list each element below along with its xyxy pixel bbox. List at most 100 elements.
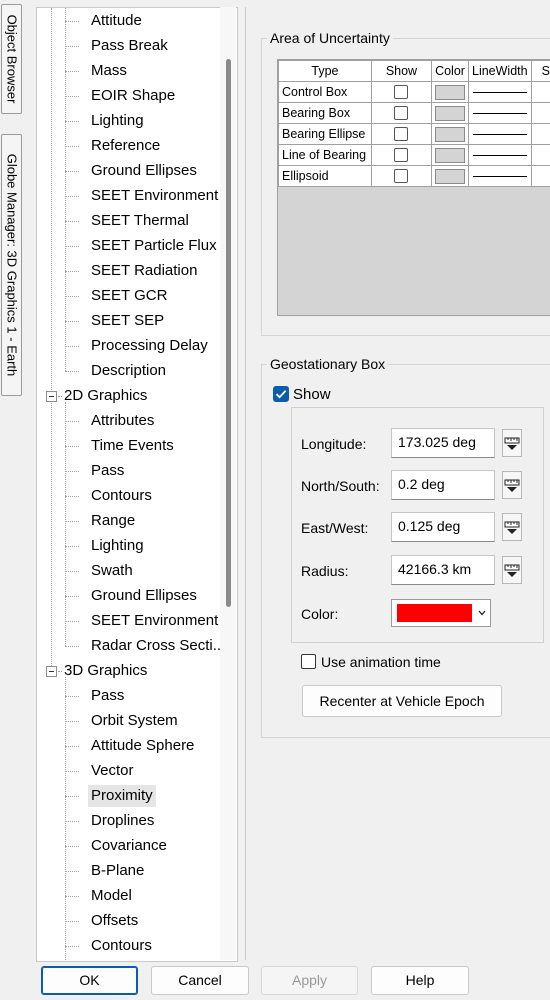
tree-item[interactable]: SEET Environment: [91, 185, 218, 207]
recenter-button[interactable]: Recenter at Vehicle Epoch: [302, 685, 502, 717]
table-row[interactable]: Bearing Ellipse: [278, 123, 550, 145]
linewidth-cell[interactable]: [468, 81, 532, 103]
show-checkbox[interactable]: [394, 148, 409, 163]
apply-button[interactable]: Apply: [261, 966, 358, 995]
tab-globe-manager[interactable]: Globe Manager: 3D Graphics 1 - Earth: [1, 134, 22, 396]
value-input[interactable]: 0.125 deg: [391, 512, 495, 542]
sh-cell[interactable]: [530, 123, 550, 145]
tree-item[interactable]: Description: [91, 360, 166, 382]
color-dropdown[interactable]: [391, 599, 491, 627]
units-calculator-button[interactable]: [502, 513, 522, 541]
color-swatch[interactable]: [435, 84, 465, 100]
col-color[interactable]: Color: [431, 60, 469, 82]
tree-item[interactable]: EOIR Shape: [91, 85, 175, 107]
show-checkbox[interactable]: [394, 127, 409, 142]
color-cell[interactable]: [431, 123, 469, 145]
col-sh[interactable]: Sh: [530, 60, 550, 82]
tree-item[interactable]: Radar Cross Secti...: [91, 635, 225, 657]
units-calculator-button[interactable]: [502, 556, 522, 584]
sh-cell[interactable]: [530, 165, 550, 187]
units-calculator-button[interactable]: [502, 429, 522, 457]
show-checkbox[interactable]: [394, 169, 409, 184]
show-cell[interactable]: [370, 81, 433, 103]
show-cell[interactable]: [370, 144, 433, 166]
color-swatch[interactable]: [435, 168, 465, 184]
tree-item[interactable]: Vector: [91, 760, 134, 782]
tree-item[interactable]: Ground Ellipses: [91, 160, 197, 182]
table-row[interactable]: Bearing Box: [278, 102, 550, 124]
table-row[interactable]: Line of Bearing: [278, 144, 550, 166]
tree-item[interactable]: Swath: [91, 560, 133, 582]
tree-item[interactable]: Ground Ellipses: [91, 585, 197, 607]
color-cell[interactable]: [431, 81, 469, 103]
linewidth-cell[interactable]: [468, 165, 532, 187]
ok-button[interactable]: OK: [41, 966, 138, 995]
tree-item[interactable]: Processing Delay: [91, 335, 208, 357]
color-swatch[interactable]: [435, 126, 465, 142]
tree-item[interactable]: Lighting: [91, 535, 144, 557]
collapse-icon[interactable]: [46, 666, 57, 677]
tree-item[interactable]: Lighting: [91, 110, 144, 132]
tree-node-2d-graphics[interactable]: 2D Graphics: [64, 385, 147, 407]
tree-item[interactable]: SEET Radiation: [91, 260, 197, 282]
color-cell[interactable]: [431, 102, 469, 124]
tree-item[interactable]: Pass Break: [91, 35, 168, 57]
table-row[interactable]: Control Box: [278, 81, 550, 103]
tree-item[interactable]: Attitude: [91, 10, 142, 32]
tree-item[interactable]: SEET Particle Flux: [91, 235, 217, 257]
use-animation-time-checkbox[interactable]: [301, 654, 316, 669]
linewidth-cell[interactable]: [468, 102, 532, 124]
tree-item[interactable]: Contours: [91, 935, 152, 957]
collapse-icon[interactable]: [46, 391, 57, 402]
tree-item[interactable]: Attributes: [91, 410, 154, 432]
tree-node-3d-graphics[interactable]: 3D Graphics: [64, 660, 147, 682]
sh-cell[interactable]: [530, 102, 550, 124]
tree-scrollbar[interactable]: [220, 7, 236, 960]
tree-item[interactable]: SEET GCR: [91, 285, 167, 307]
show-checkbox[interactable]: [394, 85, 409, 100]
col-show[interactable]: Show: [370, 60, 433, 82]
tree-item[interactable]: Reference: [91, 135, 160, 157]
tree-item[interactable]: Covariance: [91, 835, 167, 857]
sh-cell[interactable]: [530, 81, 550, 103]
show-cell[interactable]: [370, 123, 433, 145]
cancel-button[interactable]: Cancel: [151, 966, 249, 995]
tab-object-browser[interactable]: Object Browser: [1, 4, 22, 114]
tree-item[interactable]: Pass: [91, 460, 124, 482]
tree-item[interactable]: Time Events: [91, 435, 174, 457]
units-calculator-button[interactable]: [502, 471, 522, 499]
col-linewidth[interactable]: LineWidth: [468, 60, 532, 82]
value-input[interactable]: 173.025 deg: [391, 428, 495, 458]
show-cell[interactable]: [370, 102, 433, 124]
geo-show-checkbox[interactable]: [273, 386, 289, 402]
color-cell[interactable]: [431, 144, 469, 166]
tree-item[interactable]: B-Plane: [91, 860, 144, 882]
tree-item[interactable]: Model: [91, 885, 132, 907]
tree-item[interactable]: Range: [91, 510, 135, 532]
tree-item[interactable]: Orbit System: [91, 710, 178, 732]
help-button[interactable]: Help: [371, 966, 469, 995]
show-cell[interactable]: [370, 165, 433, 187]
show-checkbox[interactable]: [394, 106, 409, 121]
tree-item[interactable]: Contours: [91, 485, 152, 507]
table-row[interactable]: Ellipsoid: [278, 165, 550, 187]
color-cell[interactable]: [431, 165, 469, 187]
uncertainty-grid[interactable]: Type Show Color LineWidth Sh Control Box…: [277, 59, 550, 316]
tree-item[interactable]: Attitude Sphere: [91, 735, 194, 757]
color-swatch[interactable]: [435, 105, 465, 121]
tree-item[interactable]: Pass: [91, 685, 124, 707]
col-type[interactable]: Type: [278, 60, 372, 82]
tree-item[interactable]: Droplines: [91, 810, 154, 832]
sh-cell[interactable]: [530, 144, 550, 166]
tree-scrollbar-thumb[interactable]: [226, 59, 231, 607]
tree-item[interactable]: SEET Environment: [91, 610, 218, 632]
tree-item[interactable]: SEET Thermal: [91, 210, 189, 232]
linewidth-cell[interactable]: [468, 144, 532, 166]
value-input[interactable]: 42166.3 km: [391, 555, 495, 585]
linewidth-cell[interactable]: [468, 123, 532, 145]
color-swatch[interactable]: [435, 147, 465, 163]
tree-item[interactable]: Offsets: [91, 910, 138, 932]
value-input[interactable]: 0.2 deg: [391, 470, 495, 500]
tree-item[interactable]: Proximity: [88, 785, 156, 807]
tree-item[interactable]: SEET SEP: [91, 310, 164, 332]
